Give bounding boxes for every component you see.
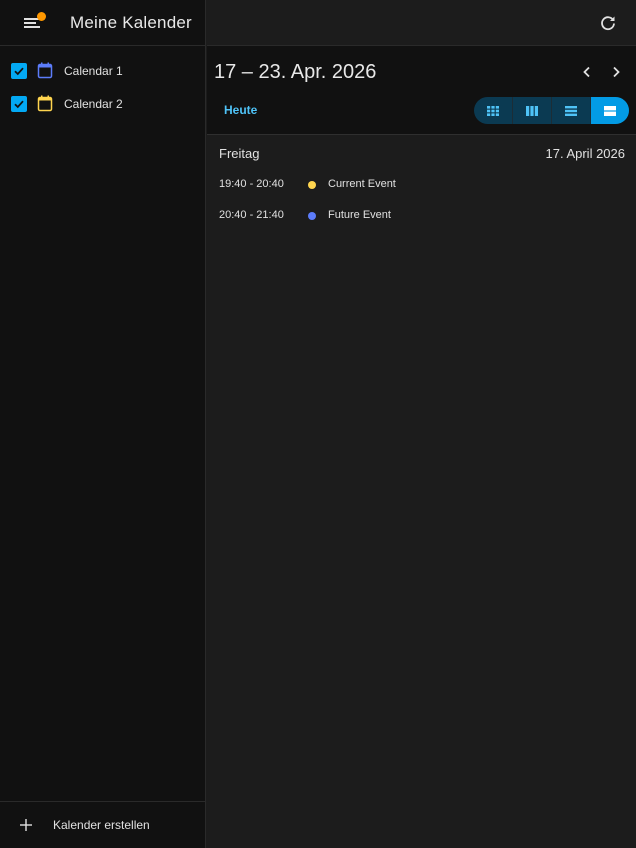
event-title: Future Event xyxy=(328,209,391,221)
day-view-button[interactable] xyxy=(552,97,591,124)
list-view-button[interactable] xyxy=(591,97,629,124)
day-view-icon xyxy=(565,105,577,116)
check-icon xyxy=(14,100,24,108)
plus-icon xyxy=(18,817,34,833)
view-switcher xyxy=(474,97,629,124)
sidebar-title: Meine Kalender xyxy=(70,12,192,32)
notification-dot xyxy=(37,11,46,21)
calendar-label: Calendar 1 xyxy=(64,63,123,78)
check-icon xyxy=(14,67,24,75)
previous-button[interactable] xyxy=(578,63,596,81)
today-button[interactable]: Heute xyxy=(224,103,257,117)
calendar-toolbar: 17 – 23. Apr. 2026 Heute xyxy=(207,46,636,135)
calendar-icon xyxy=(37,95,53,113)
event-time: 19:40 - 20:40 xyxy=(219,178,284,190)
menu-button[interactable] xyxy=(18,9,46,37)
create-calendar-label: Kalender erstellen xyxy=(53,818,150,832)
sidebar-header: Meine Kalender xyxy=(0,0,205,46)
next-button[interactable] xyxy=(607,63,625,81)
main-panel: 17 – 23. Apr. 2026 Heute Freitag 17. Apr… xyxy=(207,0,636,848)
chevron-left-icon xyxy=(583,66,590,78)
event-time: 20:40 - 21:40 xyxy=(219,209,284,221)
day-header: Freitag 17. April 2026 xyxy=(207,135,636,169)
calendar-item-1[interactable]: Calendar 1 xyxy=(0,54,205,87)
day-name: Freitag xyxy=(219,146,260,161)
day-date: 17. April 2026 xyxy=(545,146,625,161)
week-view-icon xyxy=(526,105,538,116)
event-color-dot xyxy=(308,212,316,220)
date-range-title: 17 – 23. Apr. 2026 xyxy=(214,61,377,83)
event-title: Current Event xyxy=(328,178,396,190)
create-calendar-button[interactable]: Kalender erstellen xyxy=(0,801,205,848)
week-view-button[interactable] xyxy=(513,97,552,124)
event-row[interactable]: 19:40 - 20:40 Current Event xyxy=(207,169,636,200)
agenda-list: Freitag 17. April 2026 19:40 - 20:40 Cur… xyxy=(207,135,636,231)
refresh-button[interactable] xyxy=(598,13,618,33)
month-view-icon xyxy=(487,105,499,116)
top-bar xyxy=(207,0,636,46)
sidebar: Meine Kalender Calendar 1 Calendar 2 Kal… xyxy=(0,0,206,848)
refresh-icon xyxy=(601,16,615,31)
calendar-item-2[interactable]: Calendar 2 xyxy=(0,87,205,120)
event-color-dot xyxy=(308,181,316,189)
calendar-list: Calendar 1 Calendar 2 xyxy=(0,46,205,120)
event-row[interactable]: 20:40 - 21:40 Future Event xyxy=(207,200,636,231)
chevron-right-icon xyxy=(613,66,620,78)
month-view-button[interactable] xyxy=(474,97,513,124)
calendar-2-checkbox[interactable] xyxy=(11,95,27,112)
calendar-icon xyxy=(37,62,53,80)
calendar-1-checkbox[interactable] xyxy=(11,62,27,79)
calendar-label: Calendar 2 xyxy=(64,96,123,111)
list-view-icon xyxy=(604,105,616,116)
